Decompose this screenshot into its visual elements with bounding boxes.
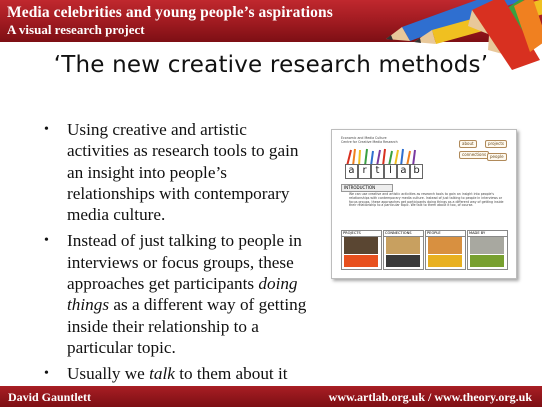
section-caption-block [470, 255, 504, 267]
logo-letter: t [371, 164, 384, 179]
thumbnail-section-projects: PROJECTS [341, 230, 382, 270]
bullet-text-part: Usually we [67, 364, 150, 384]
section-image [344, 237, 378, 254]
footer-urls: www.artlab.org.uk / www.theory.org.uk [328, 390, 532, 404]
thumbnail-page: Economic and Media Culture Centre for Cr… [337, 134, 510, 272]
bullet-text: Using creative and artistic activities a… [67, 120, 299, 225]
thumbnail-section-connections: CONNECTIONS [383, 230, 424, 270]
logo-letter: l [384, 164, 397, 179]
thumbnail-section-people: PEOPLE [425, 230, 466, 270]
logo-letter: a [397, 164, 410, 179]
footer-author: David Gauntlett [8, 390, 92, 404]
bullet-list: • Using creative and artistic activities… [44, 119, 312, 411]
bullet-dot-icon: • [44, 233, 49, 249]
section-image [386, 237, 420, 254]
section-caption-block [344, 255, 378, 267]
thumbnail-intro-text: We can use creative and artistic activit… [349, 192, 504, 208]
logo-letter: r [358, 164, 371, 179]
thumbnail-nav-people: people [487, 153, 507, 161]
section-image [428, 237, 462, 254]
bullet-dot-icon: • [44, 122, 49, 137]
section-caption-block [428, 255, 462, 267]
thumbnail-section-made-by: MADE BY [467, 230, 508, 270]
slide-title: ‘The new creative research methods’ [53, 52, 489, 78]
thumbnail-header-line: Centre for Creative Media Research [341, 140, 398, 144]
thumbnail-nav-projects: projects [485, 140, 507, 148]
bullet-item: • Instead of just talking to people in i… [44, 230, 312, 358]
bullet-text-emphasis: talk [149, 364, 175, 384]
header-subtitle: A visual research project [7, 22, 145, 37]
website-screenshot-thumbnail: Economic and Media Culture Centre for Cr… [331, 129, 517, 279]
logo-letter: a [345, 164, 358, 179]
bullet-dot-icon: • [44, 366, 49, 382]
thumbnail-nav-about: about [459, 140, 477, 148]
thumbnail-nav-connections: connections [459, 151, 490, 159]
section-image [470, 237, 504, 254]
header-title: Media celebrities and young people’s asp… [7, 4, 333, 21]
thumbnail-intro-heading: INTRODUCTION [341, 184, 393, 192]
section-caption-block [386, 255, 420, 267]
footer-bar: David Gauntlett www.artlab.org.uk / www.… [0, 386, 542, 407]
bullet-item: • Using creative and artistic activities… [44, 119, 312, 225]
logo-letter: b [410, 164, 423, 179]
